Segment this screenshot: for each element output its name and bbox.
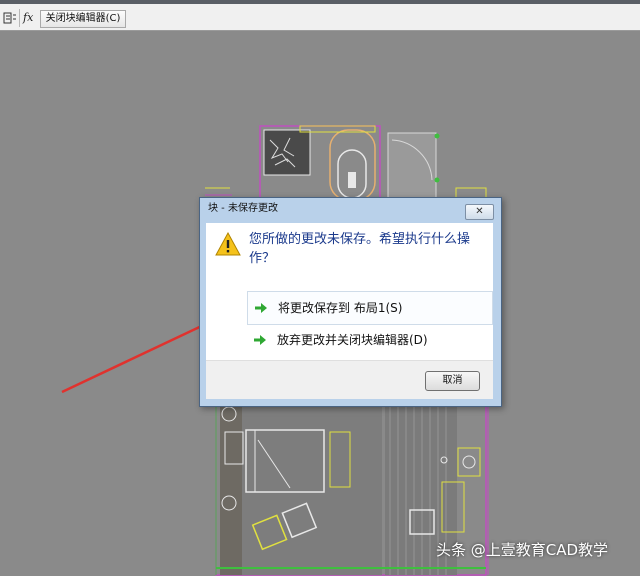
block-editor-icon[interactable] [3,11,17,25]
window-top-edge [0,0,640,4]
watermark-text: 头条 @上壹教育CAD教学 [436,541,609,559]
block-editor-toolbar: fx 关闭块编辑器(C) [0,0,640,31]
cancel-button[interactable]: 取消 [425,371,480,391]
fx-icon[interactable]: fx [23,11,33,25]
green-arrow-icon [255,303,267,313]
close-icon: ✕ [475,206,484,217]
green-arrow-icon [254,335,266,345]
unsaved-changes-dialog: 块 - 未保存更改 ✕ 您所做的更改未保存。希望执行什么操作？ 将更改保存到 布… [199,197,502,407]
save-changes-option[interactable]: 将更改保存到 布局1(S) [247,291,493,325]
toolbar-separator [19,9,20,27]
dialog-footer: 取消 [206,360,493,399]
discard-changes-option[interactable]: 放弃更改并关闭块编辑器(D) [247,324,491,356]
dialog-title: 块 - 未保存更改 [208,203,278,214]
dialog-body: 您所做的更改未保存。希望执行什么操作？ 将更改保存到 布局1(S) 放弃更改并关… [206,223,493,360]
discard-changes-label: 放弃更改并关闭块编辑器(D) [277,333,428,347]
close-block-editor-button[interactable]: 关闭块编辑器(C) [40,10,126,28]
close-dialog-button[interactable]: ✕ [465,204,494,220]
dialog-question: 您所做的更改未保存。希望执行什么操作？ [249,232,471,266]
warning-icon [215,232,241,256]
save-changes-label: 将更改保存到 布局1(S) [278,301,403,315]
